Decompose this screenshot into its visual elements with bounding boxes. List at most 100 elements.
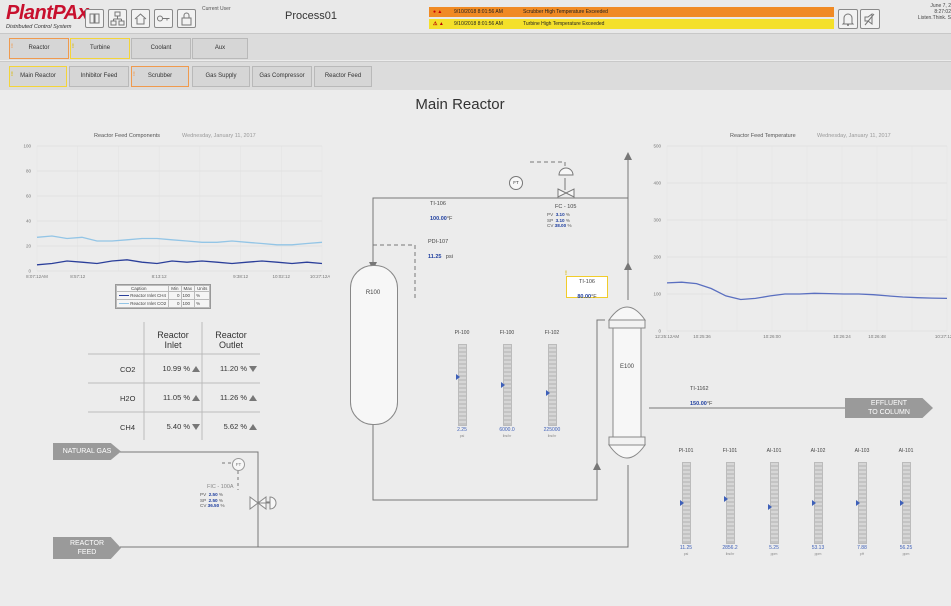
x-tick-label: 10:26:00 (763, 334, 781, 339)
fic100a-cv: 36.50 (207, 503, 220, 508)
bar-gauge (768, 462, 779, 544)
fic100a-sp: 2.50 (208, 497, 218, 503)
y-tick-label: 400 (653, 181, 661, 186)
reactor-feed-link[interactable]: REACTOR FEED (53, 537, 121, 559)
bar-unit: psi (459, 434, 465, 438)
bar-tag-label: FI-101 (722, 448, 738, 454)
bar-indicator[interactable]: AI-101 5.25 ppm (761, 448, 787, 556)
ti106-value: 100.00 (430, 216, 447, 222)
unit: % (220, 503, 225, 508)
natural-gas-link[interactable]: NATURAL GAS (53, 443, 121, 460)
unit: % (218, 497, 223, 503)
bar-gauge (856, 462, 867, 544)
unit: psi (445, 254, 453, 260)
fic100a-values[interactable]: PV 2.50 % SP 2.50 % CV 36.50 % (200, 492, 225, 509)
bar-tag-label: FI-100 (499, 330, 515, 336)
exchanger-e100[interactable] (605, 300, 649, 465)
bar-value: 2.25 (457, 427, 467, 433)
bar-value: 225000 (543, 427, 561, 433)
pdi107-tag[interactable]: PDI-107 11.25 psi (428, 239, 453, 263)
effluent-to-column-link[interactable]: EFFLUENT TO COLUMN (845, 398, 933, 418)
ti1162-tag[interactable]: TI-1162 150.00°F (690, 386, 712, 410)
unit: °F (591, 294, 597, 300)
y-tick-label: 100 (653, 292, 661, 297)
bar-value: 5.25 (769, 545, 779, 551)
unit: % (565, 217, 570, 223)
flow-transmitter-icon[interactable]: FT (232, 458, 245, 471)
bar-gauge (680, 462, 691, 544)
unit: % (218, 492, 224, 497)
bar-gauge (900, 462, 911, 544)
x-tick-label: 10:26:48 (868, 334, 886, 339)
y-tick-label: 300 (653, 218, 661, 223)
bar-gauge (546, 344, 557, 426)
effluent-line2: TO COLUMN (868, 409, 910, 416)
control-valve-icon[interactable] (556, 165, 576, 201)
x-tick-label: 10:25:36 (693, 334, 711, 339)
bar-tag-label: PI-100 (454, 330, 470, 336)
bar-indicator[interactable]: AI-101 56.25 ppm (893, 448, 919, 556)
bar-unit: ppm (770, 552, 778, 556)
bar-level-marker (768, 504, 772, 510)
bar-indicator[interactable]: AI-102 53.13 ppm (805, 448, 831, 556)
bar-tag-label: AI-102 (810, 448, 826, 454)
unit: % (567, 223, 572, 228)
fc105-name: FC - 105 (555, 204, 577, 210)
flow-arrow-up (593, 462, 601, 470)
bar-indicator[interactable]: FI-101 2856.2 lbs/hr (717, 448, 743, 556)
bar-unit: lbs/hr (725, 552, 735, 556)
e100-label: E100 (619, 364, 634, 370)
bar-indicator[interactable]: AI-103 7.88 pH (849, 448, 875, 556)
right-trend-chart[interactable]: 500 400 300 200 100 012:25:12AM 10:25:36 10:26:… (652, 140, 951, 345)
reactor-feed-line1: REACTOR (69, 540, 105, 547)
bar-unit: ppm (814, 552, 822, 556)
bar-unit: lbs/hr (502, 434, 512, 438)
fic100a-pv: 2.50 (208, 492, 218, 497)
bar-level-marker (546, 390, 550, 396)
right-trend-date: Wednesday, January 11, 2017 (817, 133, 891, 139)
bar-tag-label: FI-102 (544, 330, 560, 336)
bar-unit: lbs/hr (547, 434, 557, 438)
unit: °F (706, 401, 713, 407)
bar-value: 6000.0 (499, 427, 515, 433)
bar-unit: ppm (902, 552, 910, 556)
fc105-cv: 38.00 (554, 223, 567, 228)
y-tick-label: 0 (658, 329, 661, 334)
bar-level-marker (680, 500, 684, 506)
right-trend-title: Reactor Feed Temperature (730, 133, 796, 139)
bar-unit: pH (859, 552, 865, 556)
flow-arrow-up (624, 262, 632, 270)
fc105-pv: 3.10 (555, 212, 565, 217)
fc105-sp: 3.10 (555, 217, 565, 223)
bar-level-marker (724, 496, 728, 502)
unit: °F (446, 216, 453, 222)
reactor-r100[interactable] (350, 265, 398, 425)
bar-gauge (812, 462, 823, 544)
bar-value: 2856.2 (722, 545, 738, 551)
ti106b-value: 80.00 (577, 294, 592, 300)
bar-level-marker (456, 374, 460, 380)
x-tick-label: 10:27:12AM (935, 334, 951, 339)
bar-tag-label: AI-101 (766, 448, 782, 454)
ti106-tag[interactable]: TI-106 100.00°F (430, 201, 452, 225)
alarm-pin: ! (565, 271, 567, 277)
right-bar-indicators: PI-101 11.25 psi FI-101 2856.2 lbs/hr AI-101 5.… (673, 448, 923, 563)
r100-label: R100 (365, 290, 381, 296)
exchanger-graphic (608, 306, 646, 459)
bar-indicator[interactable]: FI-102 225000 lbs/hr (539, 330, 565, 438)
bar-value: 53.13 (811, 545, 825, 551)
pdi107-value: 11.25 (428, 254, 442, 260)
bar-value: 56.25 (899, 545, 913, 551)
flow-transmitter-icon[interactable]: FT (509, 176, 523, 190)
control-valve-icon[interactable] (248, 494, 278, 514)
fc105-values[interactable]: PV 3.10 % SP 3.10 % CV 38.00 % (547, 212, 572, 229)
x-tick-label: 12:25:12AM (655, 334, 680, 339)
bar-tag-label: AI-103 (854, 448, 870, 454)
bar-indicator[interactable]: FI-100 6000.0 lbs/hr (494, 330, 520, 438)
bar-indicator[interactable]: PI-101 11.25 psi (673, 448, 699, 556)
ti106-alarm-tag[interactable]: ! TI-106 80.00°F (565, 271, 608, 300)
x-tick-label: 10:26:24 (833, 334, 851, 339)
bar-indicator[interactable]: PI-100 2.25 psi (449, 330, 475, 438)
effluent-line1: EFFLUENT (870, 400, 908, 407)
bar-gauge (724, 462, 735, 544)
